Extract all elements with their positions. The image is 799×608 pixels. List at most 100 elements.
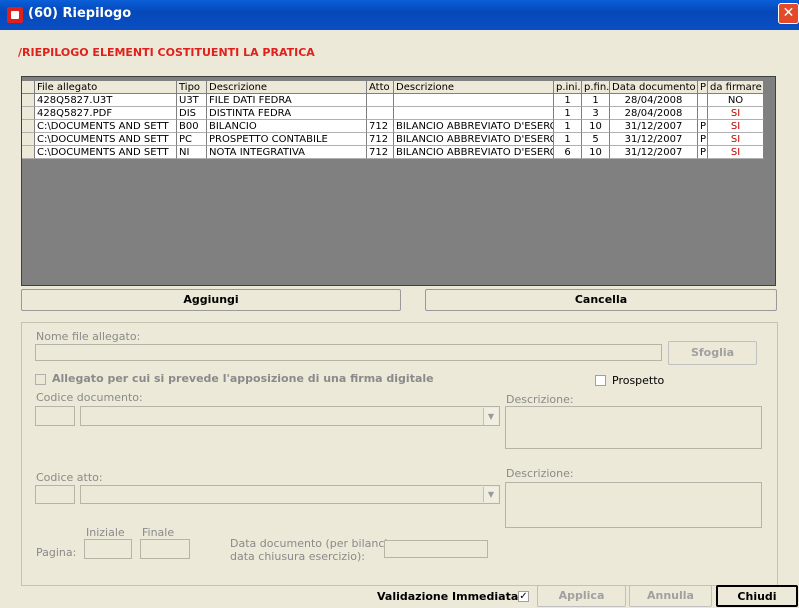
- cell-p-fin: 10: [582, 146, 610, 159]
- nome-file-label: Nome file allegato:: [36, 330, 141, 343]
- cell-descrizione-atto: BILANCIO ABBREVIATO D'ESERC: [394, 146, 554, 159]
- cell-data: 31/12/2007: [610, 120, 698, 133]
- title-bar: (60) Riepilogo ✕: [0, 0, 799, 30]
- chiudi-button[interactable]: Chiudi: [716, 585, 798, 607]
- row-selector[interactable]: [22, 146, 35, 159]
- applica-button[interactable]: Applica: [537, 585, 626, 607]
- cell-file: C:\DOCUMENTS AND SETT: [35, 120, 177, 133]
- cell-descrizione-atto: [394, 94, 554, 107]
- header-file-allegato[interactable]: File allegato: [35, 81, 177, 94]
- cell-p-ini: 1: [554, 120, 582, 133]
- header-atto[interactable]: Atto: [367, 81, 394, 94]
- codice-documento-field[interactable]: [35, 406, 75, 426]
- cell-p-ini: 1: [554, 107, 582, 120]
- cell-tipo: DIS: [177, 107, 207, 120]
- row-selector-header: [22, 81, 35, 94]
- pagina-iniziale-field[interactable]: [84, 539, 132, 559]
- cell-data: 31/12/2007: [610, 133, 698, 146]
- descrizione-label: Descrizione:: [506, 393, 574, 406]
- cell-p: P: [698, 133, 708, 146]
- cell-file: 428Q5827.PDF: [35, 107, 177, 120]
- header-descrizione[interactable]: Descrizione: [207, 81, 367, 94]
- cell-da-firmare: SI: [708, 107, 764, 120]
- header-p[interactable]: P: [698, 81, 708, 94]
- cell-da-firmare: SI: [708, 120, 764, 133]
- cell-p-fin: 1: [582, 94, 610, 107]
- table-row[interactable]: 428Q5827.PDF DIS DISTINTA FEDRA 1 3 28/0…: [22, 107, 775, 120]
- header-data-documento[interactable]: Data documento: [610, 81, 698, 94]
- codice-atto-select[interactable]: ▼: [80, 485, 500, 504]
- cell-p: P: [698, 146, 708, 159]
- cell-data: 28/04/2008: [610, 94, 698, 107]
- row-selector[interactable]: [22, 120, 35, 133]
- cell-atto: [367, 107, 394, 120]
- cell-file: 428Q5827.U3T: [35, 94, 177, 107]
- cell-descrizione: NOTA INTEGRATIVA: [207, 146, 367, 159]
- cell-p-ini: 6: [554, 146, 582, 159]
- cell-p-ini: 1: [554, 133, 582, 146]
- pagina-finale-field[interactable]: [140, 539, 190, 559]
- cell-atto: 712: [367, 146, 394, 159]
- cell-descrizione-atto: [394, 107, 554, 120]
- cell-tipo: NI: [177, 146, 207, 159]
- codice-documento-label: Codice documento:: [36, 391, 143, 404]
- header-p-ini[interactable]: p.ini.: [554, 81, 582, 94]
- codice-documento-select[interactable]: ▼: [80, 406, 500, 426]
- cell-tipo: B00: [177, 120, 207, 133]
- chevron-down-icon[interactable]: ▼: [483, 487, 498, 502]
- nome-file-field[interactable]: [35, 344, 662, 361]
- header-descrizione-atto[interactable]: Descrizione: [394, 81, 554, 94]
- cell-da-firmare: SI: [708, 146, 764, 159]
- table-row[interactable]: 428Q5827.U3T U3T FILE DATI FEDRA 1 1 28/…: [22, 94, 775, 107]
- codice-atto-field[interactable]: [35, 485, 75, 504]
- prospetto-label: Prospetto: [612, 374, 665, 387]
- descrizione-atto-field[interactable]: [505, 482, 762, 528]
- data-chiusura-label: data chiusura esercizio):: [230, 550, 365, 563]
- validazione-label: Validazione Immediata: [377, 590, 519, 603]
- close-button[interactable]: ✕: [778, 3, 799, 24]
- firma-label: Allegato per cui si prevede l'apposizion…: [52, 372, 434, 385]
- row-selector[interactable]: [22, 107, 35, 120]
- annulla-button[interactable]: Annulla: [629, 585, 712, 607]
- aggiungi-button[interactable]: Aggiungi: [21, 289, 401, 311]
- check-icon: ✓: [519, 591, 528, 602]
- finale-label: Finale: [142, 526, 175, 539]
- cell-da-firmare: NO: [708, 94, 764, 107]
- cell-p: [698, 107, 708, 120]
- window-title: (60) Riepilogo: [28, 6, 132, 21]
- cell-p: P: [698, 120, 708, 133]
- data-documento-label: Data documento (per bilancio: [230, 537, 395, 550]
- descrizione-field[interactable]: [505, 406, 762, 449]
- sfoglia-button[interactable]: Sfoglia: [668, 341, 757, 365]
- row-selector[interactable]: [22, 133, 35, 146]
- cell-file: C:\DOCUMENTS AND SETT: [35, 133, 177, 146]
- header-da-firmare[interactable]: da firmare: [708, 81, 764, 94]
- cell-file: C:\DOCUMENTS AND SETT: [35, 146, 177, 159]
- cell-da-firmare: SI: [708, 133, 764, 146]
- row-selector[interactable]: [22, 94, 35, 107]
- validazione-checkbox[interactable]: ✓: [518, 591, 529, 602]
- cell-p-fin: 3: [582, 107, 610, 120]
- cell-atto: [367, 94, 394, 107]
- cell-atto: 712: [367, 120, 394, 133]
- app-icon: [7, 7, 23, 23]
- cell-descrizione: DISTINTA FEDRA: [207, 107, 367, 120]
- header-tipo[interactable]: Tipo: [177, 81, 207, 94]
- cell-tipo: PC: [177, 133, 207, 146]
- cell-descrizione-atto: BILANCIO ABBREVIATO D'ESERC: [394, 133, 554, 146]
- prospetto-checkbox[interactable]: [595, 375, 606, 386]
- table-row[interactable]: C:\DOCUMENTS AND SETT NI NOTA INTEGRATIV…: [22, 146, 775, 159]
- iniziale-label: Iniziale: [86, 526, 125, 539]
- cell-data: 28/04/2008: [610, 107, 698, 120]
- table-row[interactable]: C:\DOCUMENTS AND SETT B00 BILANCIO 712 B…: [22, 120, 775, 133]
- data-documento-field[interactable]: [384, 540, 488, 558]
- chevron-down-icon[interactable]: ▼: [483, 408, 498, 425]
- table-header: File allegato Tipo Descrizione Atto Desc…: [22, 81, 775, 94]
- table-row[interactable]: C:\DOCUMENTS AND SETT PC PROSPETTO CONTA…: [22, 133, 775, 146]
- header-p-fin[interactable]: p.fin.: [582, 81, 610, 94]
- cancella-button[interactable]: Cancella: [425, 289, 777, 311]
- cell-p-fin: 5: [582, 133, 610, 146]
- section-title: /RIEPILOGO ELEMENTI COSTITUENTI LA PRATI…: [18, 46, 315, 59]
- firma-checkbox[interactable]: [35, 374, 46, 385]
- cell-tipo: U3T: [177, 94, 207, 107]
